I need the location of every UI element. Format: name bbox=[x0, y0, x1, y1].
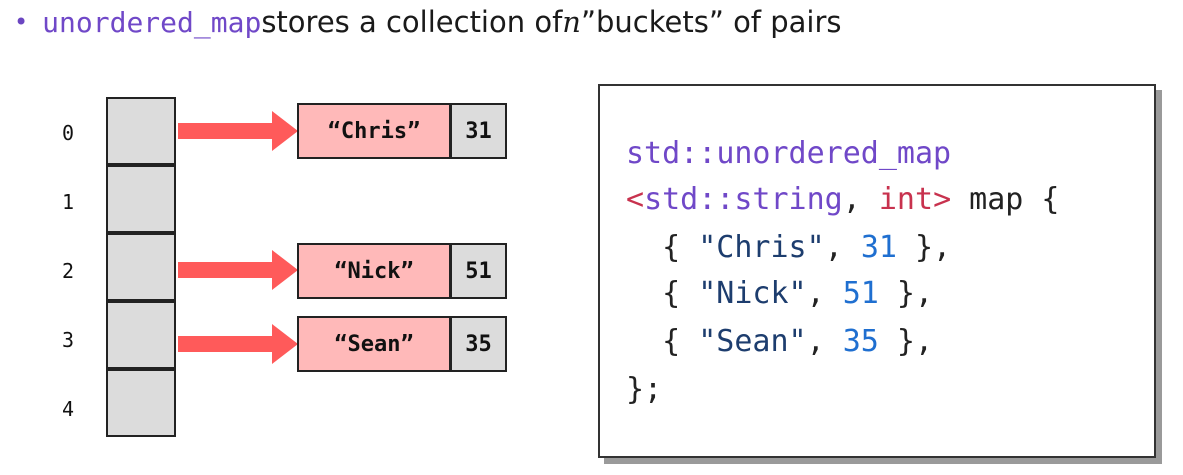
bucket-index-1: 1 bbox=[62, 190, 75, 214]
entry-key-0: “Chris” bbox=[297, 103, 451, 159]
code-token: }, bbox=[896, 229, 952, 265]
bucket-index-4: 4 bbox=[62, 397, 75, 421]
code-token: }; bbox=[626, 371, 663, 407]
code-token: 31 bbox=[860, 229, 897, 265]
code-token: string bbox=[734, 181, 843, 217]
code-token: 35 bbox=[842, 323, 879, 359]
bucket-cell-3 bbox=[106, 301, 176, 369]
code-token: int bbox=[878, 181, 934, 217]
entry-value-3: 35 bbox=[450, 316, 507, 372]
code-line-4: { "Nick", 51 }, bbox=[626, 270, 933, 316]
code-token: }, bbox=[878, 323, 934, 359]
bucket-cell-0 bbox=[106, 97, 176, 165]
code-line-2: < std:: string, int > map { bbox=[626, 176, 1060, 222]
code-token: 51 bbox=[842, 275, 879, 311]
code-token: }, bbox=[878, 275, 934, 311]
code-token: { bbox=[626, 323, 699, 359]
bucket-index-3: 3 bbox=[62, 328, 75, 352]
arrow-head-0 bbox=[272, 111, 298, 151]
bucket-cell-1 bbox=[106, 165, 176, 233]
code-token: map { bbox=[951, 181, 1060, 217]
bucket-cell-2 bbox=[106, 233, 176, 301]
entry-value-0: 31 bbox=[450, 103, 507, 159]
bucket-cell-4 bbox=[106, 369, 176, 437]
entry-key-3: “Sean” bbox=[297, 316, 451, 372]
code-token: std:: bbox=[644, 181, 735, 217]
bullet-line: • unordered_map stores a collection of n… bbox=[14, 2, 842, 42]
code-token: std:: bbox=[626, 135, 717, 171]
code-line-5: { "Sean", 35 }, bbox=[626, 318, 933, 364]
bucket-index-0: 0 bbox=[62, 121, 75, 145]
code-token: , bbox=[806, 323, 843, 359]
arrow-head-2 bbox=[272, 250, 298, 290]
code-line-6: }; bbox=[626, 366, 662, 412]
bullet-text-2: ”buckets” of pairs bbox=[580, 5, 842, 39]
code-token: < bbox=[626, 181, 645, 217]
arrow-shaft-0 bbox=[178, 123, 274, 139]
bullet-code-term: unordered_map bbox=[42, 5, 262, 39]
code-line-3: { "Chris", 31 }, bbox=[626, 224, 951, 270]
entry-value-2: 51 bbox=[450, 243, 507, 299]
code-token: , bbox=[824, 229, 861, 265]
entry-key-2: “Nick” bbox=[297, 243, 451, 299]
arrow-shaft-3 bbox=[178, 336, 274, 352]
code-token: , bbox=[806, 275, 843, 311]
arrow-shaft-2 bbox=[178, 262, 274, 278]
code-panel: std:: unordered_map < std:: string, int > ma… bbox=[598, 84, 1156, 458]
bullet-text-1: stores a collection of bbox=[261, 5, 563, 39]
arrow-head-3 bbox=[272, 324, 298, 364]
code-token: { bbox=[626, 275, 699, 311]
code-token: { bbox=[626, 229, 699, 265]
bullet-dot: • bbox=[14, 8, 29, 36]
code-token: "Sean" bbox=[698, 323, 807, 359]
code-line-1: std:: unordered_map bbox=[626, 130, 951, 176]
code-token: "Nick" bbox=[698, 275, 807, 311]
bucket-index-2: 2 bbox=[62, 259, 75, 283]
code-token: , bbox=[842, 181, 879, 217]
code-token: unordered_map bbox=[716, 135, 952, 171]
code-token: > bbox=[933, 181, 952, 217]
code-token: "Chris" bbox=[698, 229, 825, 265]
bullet-variable: n bbox=[562, 5, 581, 39]
